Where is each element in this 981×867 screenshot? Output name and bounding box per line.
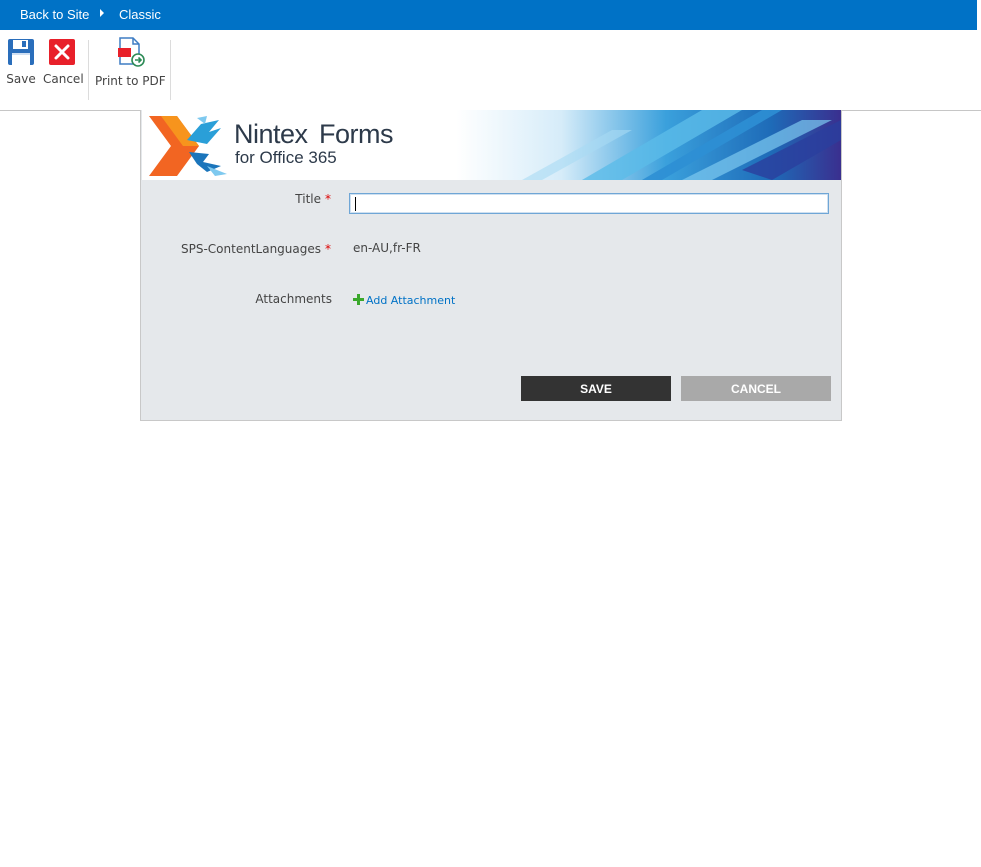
close-icon <box>49 39 75 65</box>
title-input[interactable] <box>349 193 829 214</box>
ribbon-divider <box>170 40 171 100</box>
back-to-site-link[interactable]: Back to Site <box>20 7 89 22</box>
nintex-form: Nintex Forms for Office 365 Title * SPS-C… <box>140 110 842 421</box>
content-languages-label-text: SPS-ContentLanguages <box>181 242 321 256</box>
title-label: Title * <box>295 192 331 206</box>
ribbon-print-pdf-label: Print to PDF <box>95 74 166 88</box>
banner-subtitle: for Office 365 <box>235 148 337 167</box>
required-marker: * <box>325 192 331 206</box>
nintex-logo-icon <box>149 116 227 176</box>
content-languages-label: SPS-ContentLanguages * <box>181 242 331 256</box>
add-attachment-link[interactable]: Add Attachment <box>353 294 455 307</box>
ribbon-save-label: Save <box>6 72 36 86</box>
floppy-disk-icon <box>8 39 34 65</box>
banner-product: Forms <box>319 119 394 149</box>
title-label-text: Title <box>295 192 321 206</box>
required-marker: * <box>325 242 331 256</box>
add-plus-icon <box>353 294 364 305</box>
ribbon-save-button[interactable]: Save <box>6 38 36 86</box>
ribbon-print-pdf-button[interactable]: Print to PDF <box>95 37 166 88</box>
nintex-forms-banner: Nintex Forms for Office 365 <box>142 110 841 180</box>
classic-link[interactable]: Classic <box>119 7 161 22</box>
add-attachment-text: Add Attachment <box>366 294 456 307</box>
top-navigation-bar: Back to Site Classic <box>0 0 977 30</box>
ribbon-cancel-button[interactable]: Cancel <box>43 38 84 86</box>
breadcrumb-arrow-icon <box>100 9 104 17</box>
ribbon-cancel-label: Cancel <box>43 72 84 86</box>
content-languages-value: en-AU,fr-FR <box>353 241 421 255</box>
cancel-button[interactable]: CANCEL <box>681 376 831 401</box>
print-pdf-icon <box>118 37 145 67</box>
banner-brand: Nintex <box>234 119 308 149</box>
attachments-label: Attachments <box>255 292 332 306</box>
text-cursor <box>355 197 356 211</box>
ribbon-toolbar: Save Cancel Print to PDF <box>0 30 981 111</box>
ribbon-divider <box>88 40 89 100</box>
save-button[interactable]: SAVE <box>521 376 671 401</box>
